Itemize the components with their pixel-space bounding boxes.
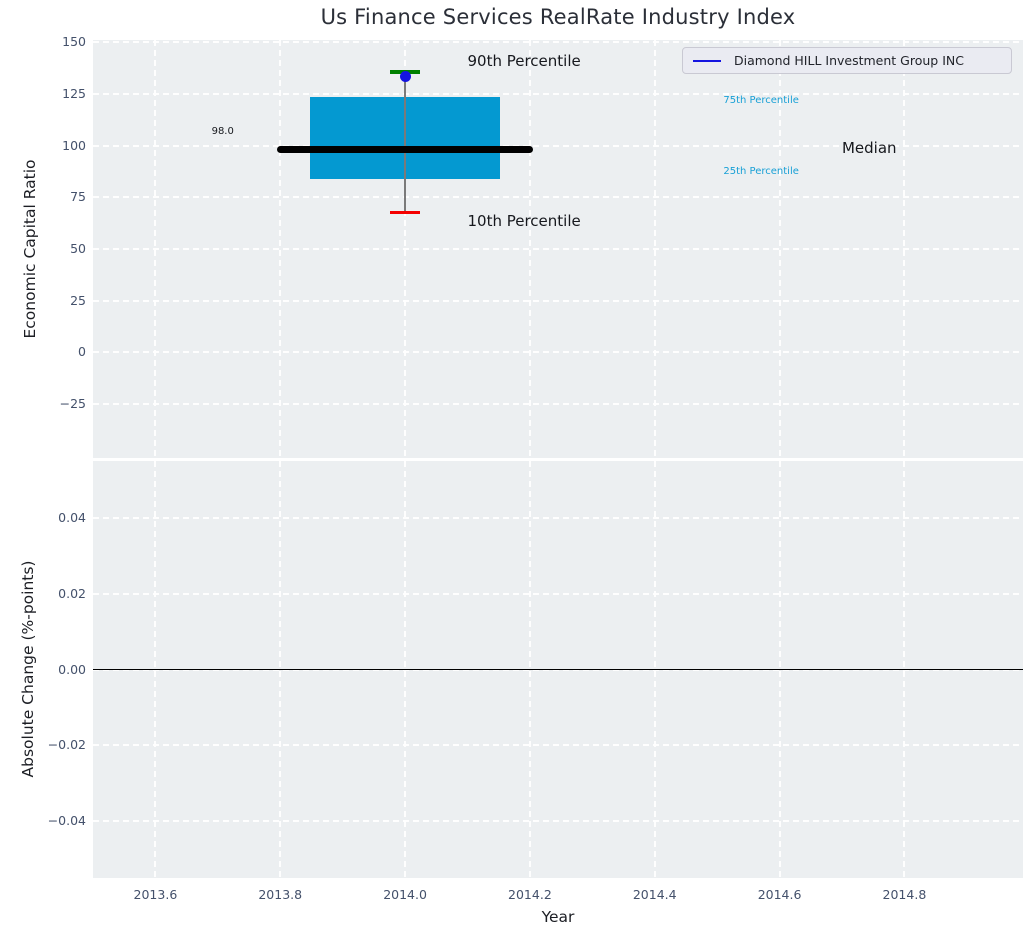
legend: Diamond HILL Investment Group INC <box>682 47 1012 74</box>
median-line <box>277 146 534 154</box>
y-tick-label: 75 <box>70 189 86 205</box>
x-tick-label: 2014.4 <box>632 887 677 902</box>
h-gridline <box>93 516 1023 519</box>
y-tick-label: 125 <box>62 85 86 101</box>
annotation-75th-percentile: 75th Percentile <box>723 94 799 106</box>
y-tick-label: 100 <box>62 137 86 153</box>
x-tick-label: 2014.2 <box>508 887 552 902</box>
x-tick-label: 2013.6 <box>133 887 178 902</box>
h-gridline <box>93 592 1023 595</box>
annotation-98-0: 98.0 <box>211 126 234 138</box>
figure: Us Finance Services RealRate Industry In… <box>0 0 1034 942</box>
company-marker <box>399 71 411 83</box>
axes-absolute-change <box>93 461 1023 878</box>
annotation-90th-percentile: 90th Percentile <box>467 52 581 71</box>
y-tick-label: 0.04 <box>58 509 86 525</box>
y-tick-label: 0.02 <box>58 585 86 601</box>
y-tick-label: 50 <box>70 241 86 256</box>
h-gridline <box>93 248 1023 250</box>
annotation-10th-percentile: 10th Percentile <box>467 211 581 230</box>
h-gridline <box>93 351 1023 354</box>
h-gridline <box>93 299 1023 302</box>
x-tick-label: 2014.0 <box>383 887 427 902</box>
y-tick-label: 150 <box>62 34 86 50</box>
chart-title: Us Finance Services RealRate Industry In… <box>320 5 796 29</box>
h-gridline <box>93 41 1023 44</box>
y-tick-label: −0.02 <box>47 737 86 753</box>
axes-economic-capital-ratio: 90th Percentile 10th Percentile 75th Perce… <box>93 40 1023 458</box>
x-tick-label: 2014.8 <box>882 887 927 902</box>
h-gridline <box>93 744 1023 747</box>
legend-label: Diamond HILL Investment Group INC <box>734 53 964 68</box>
h-gridline <box>93 820 1023 823</box>
y-tick-label: 0 <box>78 344 86 360</box>
h-gridline <box>93 196 1023 199</box>
y-tick-label: −25 <box>59 396 86 412</box>
y-tick-label: −0.04 <box>47 813 86 829</box>
annotation-25th-percentile: 25th Percentile <box>723 165 799 177</box>
p10-cap <box>390 211 421 215</box>
y-tick-label: 25 <box>70 292 86 308</box>
zero-line <box>93 668 1023 671</box>
h-gridline <box>93 92 1023 95</box>
x-axis-label: Year <box>541 908 575 926</box>
legend-line-sample-icon <box>693 59 721 62</box>
x-tick-label: 2014.6 <box>757 887 802 902</box>
annotation-median: Median <box>841 139 897 158</box>
y-tick-label: 0.00 <box>58 661 86 677</box>
h-gridline <box>93 403 1023 406</box>
box-whisker-line <box>404 72 406 213</box>
x-tick-label: 2013.8 <box>258 887 303 902</box>
